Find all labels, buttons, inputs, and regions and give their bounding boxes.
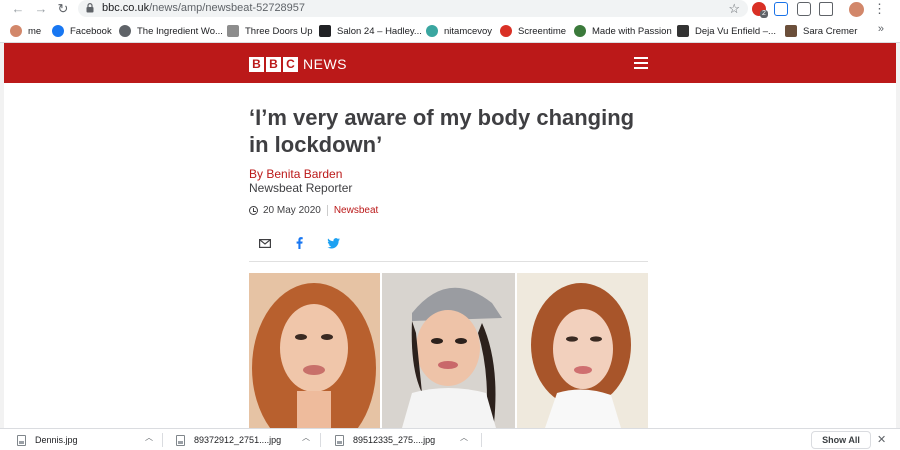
extension-red-icon[interactable]: 2 bbox=[752, 2, 768, 18]
twitter-share-icon[interactable] bbox=[326, 236, 340, 250]
square-icon bbox=[677, 25, 689, 37]
salon-24-icon bbox=[319, 25, 331, 37]
image-file-icon bbox=[335, 434, 344, 446]
image-file-icon bbox=[17, 434, 26, 446]
bookmarks-overflow-chevron[interactable]: » bbox=[878, 23, 884, 35]
menu-kebab-icon[interactable]: ⋮ bbox=[873, 1, 886, 17]
logo-block-b1: B bbox=[249, 56, 264, 72]
globe-icon bbox=[119, 25, 131, 37]
download-filename: 89372912_2751....jpg bbox=[194, 435, 282, 445]
facebook-icon bbox=[52, 25, 64, 37]
share-divider bbox=[249, 261, 648, 262]
share-toolbar bbox=[258, 236, 360, 250]
logo-word: NEWS bbox=[303, 56, 347, 72]
logo-block-b2: B bbox=[266, 56, 281, 72]
address-bar[interactable]: bbc.co.uk/news/amp/newsbeat-52728957 ☆ bbox=[78, 0, 748, 17]
article-headline: ‘I’m very aware of my body changing in l… bbox=[249, 105, 635, 157]
avatar-icon bbox=[10, 25, 22, 37]
meta-divider bbox=[326, 205, 328, 216]
bookmark-star-icon[interactable]: ☆ bbox=[728, 0, 740, 17]
image-file-icon bbox=[176, 434, 185, 446]
logo-block-c: C bbox=[283, 56, 298, 72]
topic-link[interactable]: Newsbeat bbox=[334, 205, 378, 216]
show-all-downloads-button[interactable]: Show All bbox=[811, 431, 871, 449]
bookmark-deja-vu-enfield[interactable]: Deja Vu Enfield –... bbox=[677, 23, 776, 39]
download-filename: 89512335_275....jpg bbox=[353, 435, 436, 445]
cast-icon[interactable] bbox=[819, 2, 833, 16]
article-date: 20 May 2020 bbox=[263, 205, 321, 216]
article-photo-collage bbox=[249, 273, 648, 428]
download-divider bbox=[162, 433, 163, 447]
screentime-icon bbox=[500, 25, 512, 37]
facebook-share-icon[interactable] bbox=[292, 236, 306, 250]
download-item[interactable]: 89372912_2751....jpg bbox=[176, 429, 281, 450]
clock-icon bbox=[249, 206, 258, 215]
download-item[interactable]: Dennis.jpg bbox=[17, 429, 78, 450]
author-byline: By Benita Barden bbox=[249, 167, 343, 181]
photo-woman-curly-hair bbox=[249, 273, 380, 428]
page-gutter-right bbox=[896, 43, 900, 428]
leaf-icon bbox=[574, 25, 586, 37]
author-role: Newsbeat Reporter bbox=[249, 181, 353, 195]
doc-icon bbox=[227, 25, 239, 37]
back-arrow-icon[interactable]: ← bbox=[10, 1, 26, 17]
extension-blue-icon[interactable] bbox=[774, 2, 788, 16]
hamburger-menu-icon[interactable] bbox=[634, 57, 648, 69]
download-shelf: Dennis.jpg ︿ 89372912_2751....jpg ︿ 8951… bbox=[0, 428, 900, 450]
extension-screen-icon[interactable] bbox=[797, 2, 811, 16]
site-header: B B C NEWS bbox=[4, 43, 896, 83]
chain-icon bbox=[426, 25, 438, 37]
extension-badge: 2 bbox=[760, 10, 768, 18]
photo-woman-red-hair bbox=[517, 273, 648, 428]
chevron-up-icon[interactable]: ︿ bbox=[145, 434, 153, 442]
person-icon bbox=[785, 25, 797, 37]
profile-avatar[interactable] bbox=[849, 2, 864, 17]
chevron-up-icon[interactable]: ︿ bbox=[302, 434, 310, 442]
download-divider bbox=[320, 433, 321, 447]
close-shelf-icon[interactable]: ✕ bbox=[877, 433, 886, 447]
bookmark-ingredient[interactable]: The Ingredient Wo... bbox=[119, 23, 223, 39]
photo-woman-cap bbox=[382, 273, 515, 428]
download-divider bbox=[481, 433, 482, 447]
url-text: bbc.co.uk/news/amp/newsbeat-52728957 bbox=[102, 2, 306, 14]
bookmark-made-with-passion[interactable]: Made with Passion bbox=[574, 23, 672, 39]
email-share-icon[interactable] bbox=[258, 236, 272, 250]
bookmark-salon-24[interactable]: Salon 24 – Hadley... bbox=[319, 23, 422, 39]
page-gutter-left bbox=[0, 43, 4, 428]
reload-icon[interactable]: ↻ bbox=[55, 1, 71, 17]
bookmark-me[interactable]: me bbox=[10, 23, 41, 39]
browser-toolbar: ← → ↻ bbc.co.uk/news/amp/newsbeat-527289… bbox=[0, 0, 900, 19]
bookmark-three-doors-up[interactable]: Three Doors Up bbox=[227, 23, 313, 39]
bookmarks-bar: me Facebook The Ingredient Wo... Three D… bbox=[0, 19, 900, 43]
article-meta: 20 May 2020 Newsbeat bbox=[249, 205, 378, 216]
bookmark-screentime[interactable]: Screentime bbox=[500, 23, 566, 39]
forward-arrow-icon[interactable]: → bbox=[33, 1, 49, 17]
download-item[interactable]: 89512335_275....jpg bbox=[335, 429, 435, 450]
chevron-up-icon[interactable]: ︿ bbox=[460, 434, 468, 442]
download-filename: Dennis.jpg bbox=[35, 435, 78, 445]
lock-icon bbox=[86, 3, 94, 13]
bookmark-facebook[interactable]: Facebook bbox=[52, 23, 112, 39]
bookmark-sara-cremer[interactable]: Sara Cremer bbox=[785, 23, 857, 39]
bookmark-nitamcevoy[interactable]: nitamcevoy bbox=[426, 23, 492, 39]
bbc-news-logo[interactable]: B B C NEWS bbox=[249, 56, 347, 72]
